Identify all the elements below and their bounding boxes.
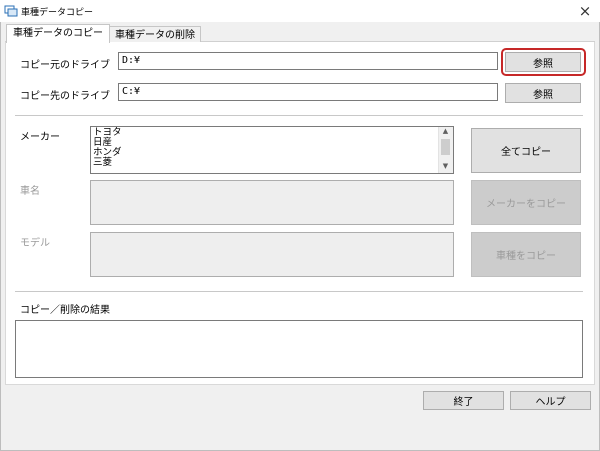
dest-browse-button[interactable]: 参照 [505, 83, 581, 103]
separator-top [15, 115, 583, 116]
copy-all-button[interactable]: 全てコピー [471, 128, 581, 173]
maker-item-honda[interactable]: ホンダ [91, 148, 453, 158]
window-title: 車種データコピー [21, 8, 94, 18]
copy-dest-field[interactable]: C:¥ [118, 83, 498, 101]
model-label: モデル [20, 238, 50, 249]
app-icon [4, 5, 18, 17]
maker-item-toyota[interactable]: トヨタ [91, 128, 453, 138]
scroll-thumb[interactable] [441, 139, 450, 155]
maker-label: メーカー [20, 132, 60, 143]
model-listbox [90, 232, 454, 277]
help-button[interactable]: ヘルプ [510, 391, 591, 410]
source-browse-button[interactable]: 参照 [505, 52, 581, 72]
copy-dest-label: コピー先のドライブ [20, 91, 110, 102]
result-label: コピー／削除の結果 [20, 305, 110, 316]
close-icon[interactable]: × [574, 2, 596, 20]
copy-source-field[interactable]: D:¥ [118, 52, 498, 70]
copy-car-button[interactable]: 車種をコピー [471, 232, 581, 277]
car-name-label: 車名 [20, 186, 40, 197]
exit-button[interactable]: 終了 [423, 391, 504, 410]
scroll-down-icon[interactable]: ▼ [438, 162, 453, 172]
maker-listbox[interactable]: トヨタ 日産 ホンダ 三菱 [90, 126, 454, 174]
tab-copy[interactable]: 車種データのコピー [6, 24, 110, 43]
copy-maker-button[interactable]: メーカーをコピー [471, 180, 581, 225]
maker-item-nissan[interactable]: 日産 [91, 138, 453, 148]
copy-source-label: コピー元のドライブ [20, 60, 110, 71]
car-name-listbox [90, 180, 454, 225]
maker-item-mitsubishi[interactable]: 三菱 [91, 158, 453, 168]
scroll-up-icon[interactable]: ▲ [438, 127, 453, 137]
result-textbox[interactable] [15, 320, 583, 378]
separator-bottom [15, 291, 583, 292]
